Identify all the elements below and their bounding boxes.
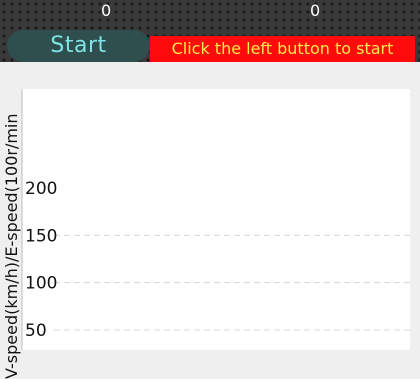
y-tick-label-200: 200 (25, 179, 57, 199)
speed-chart: 50 100 150 200 V-speed(km/h)/E-speed(100r/m… (0, 62, 420, 379)
vehicle-speed-readout: 0 (101, 1, 112, 20)
start-button[interactable]: Start (7, 30, 150, 62)
top-toolbar: 0 0 Start Click the left button to start (0, 0, 420, 62)
chart-canvas: 50 100 150 200 (21, 89, 410, 350)
engine-speed-readout: 0 (310, 1, 321, 20)
plot-area (22, 89, 410, 350)
status-banner: Click the left button to start (150, 36, 415, 62)
y-tick-label-100: 100 (25, 274, 57, 294)
y-tick-label-50: 50 (25, 321, 47, 341)
y-tick-label-150: 150 (25, 226, 57, 246)
y-axis-label: V-speed(km/h)/E-speed(100r/min (2, 113, 21, 379)
